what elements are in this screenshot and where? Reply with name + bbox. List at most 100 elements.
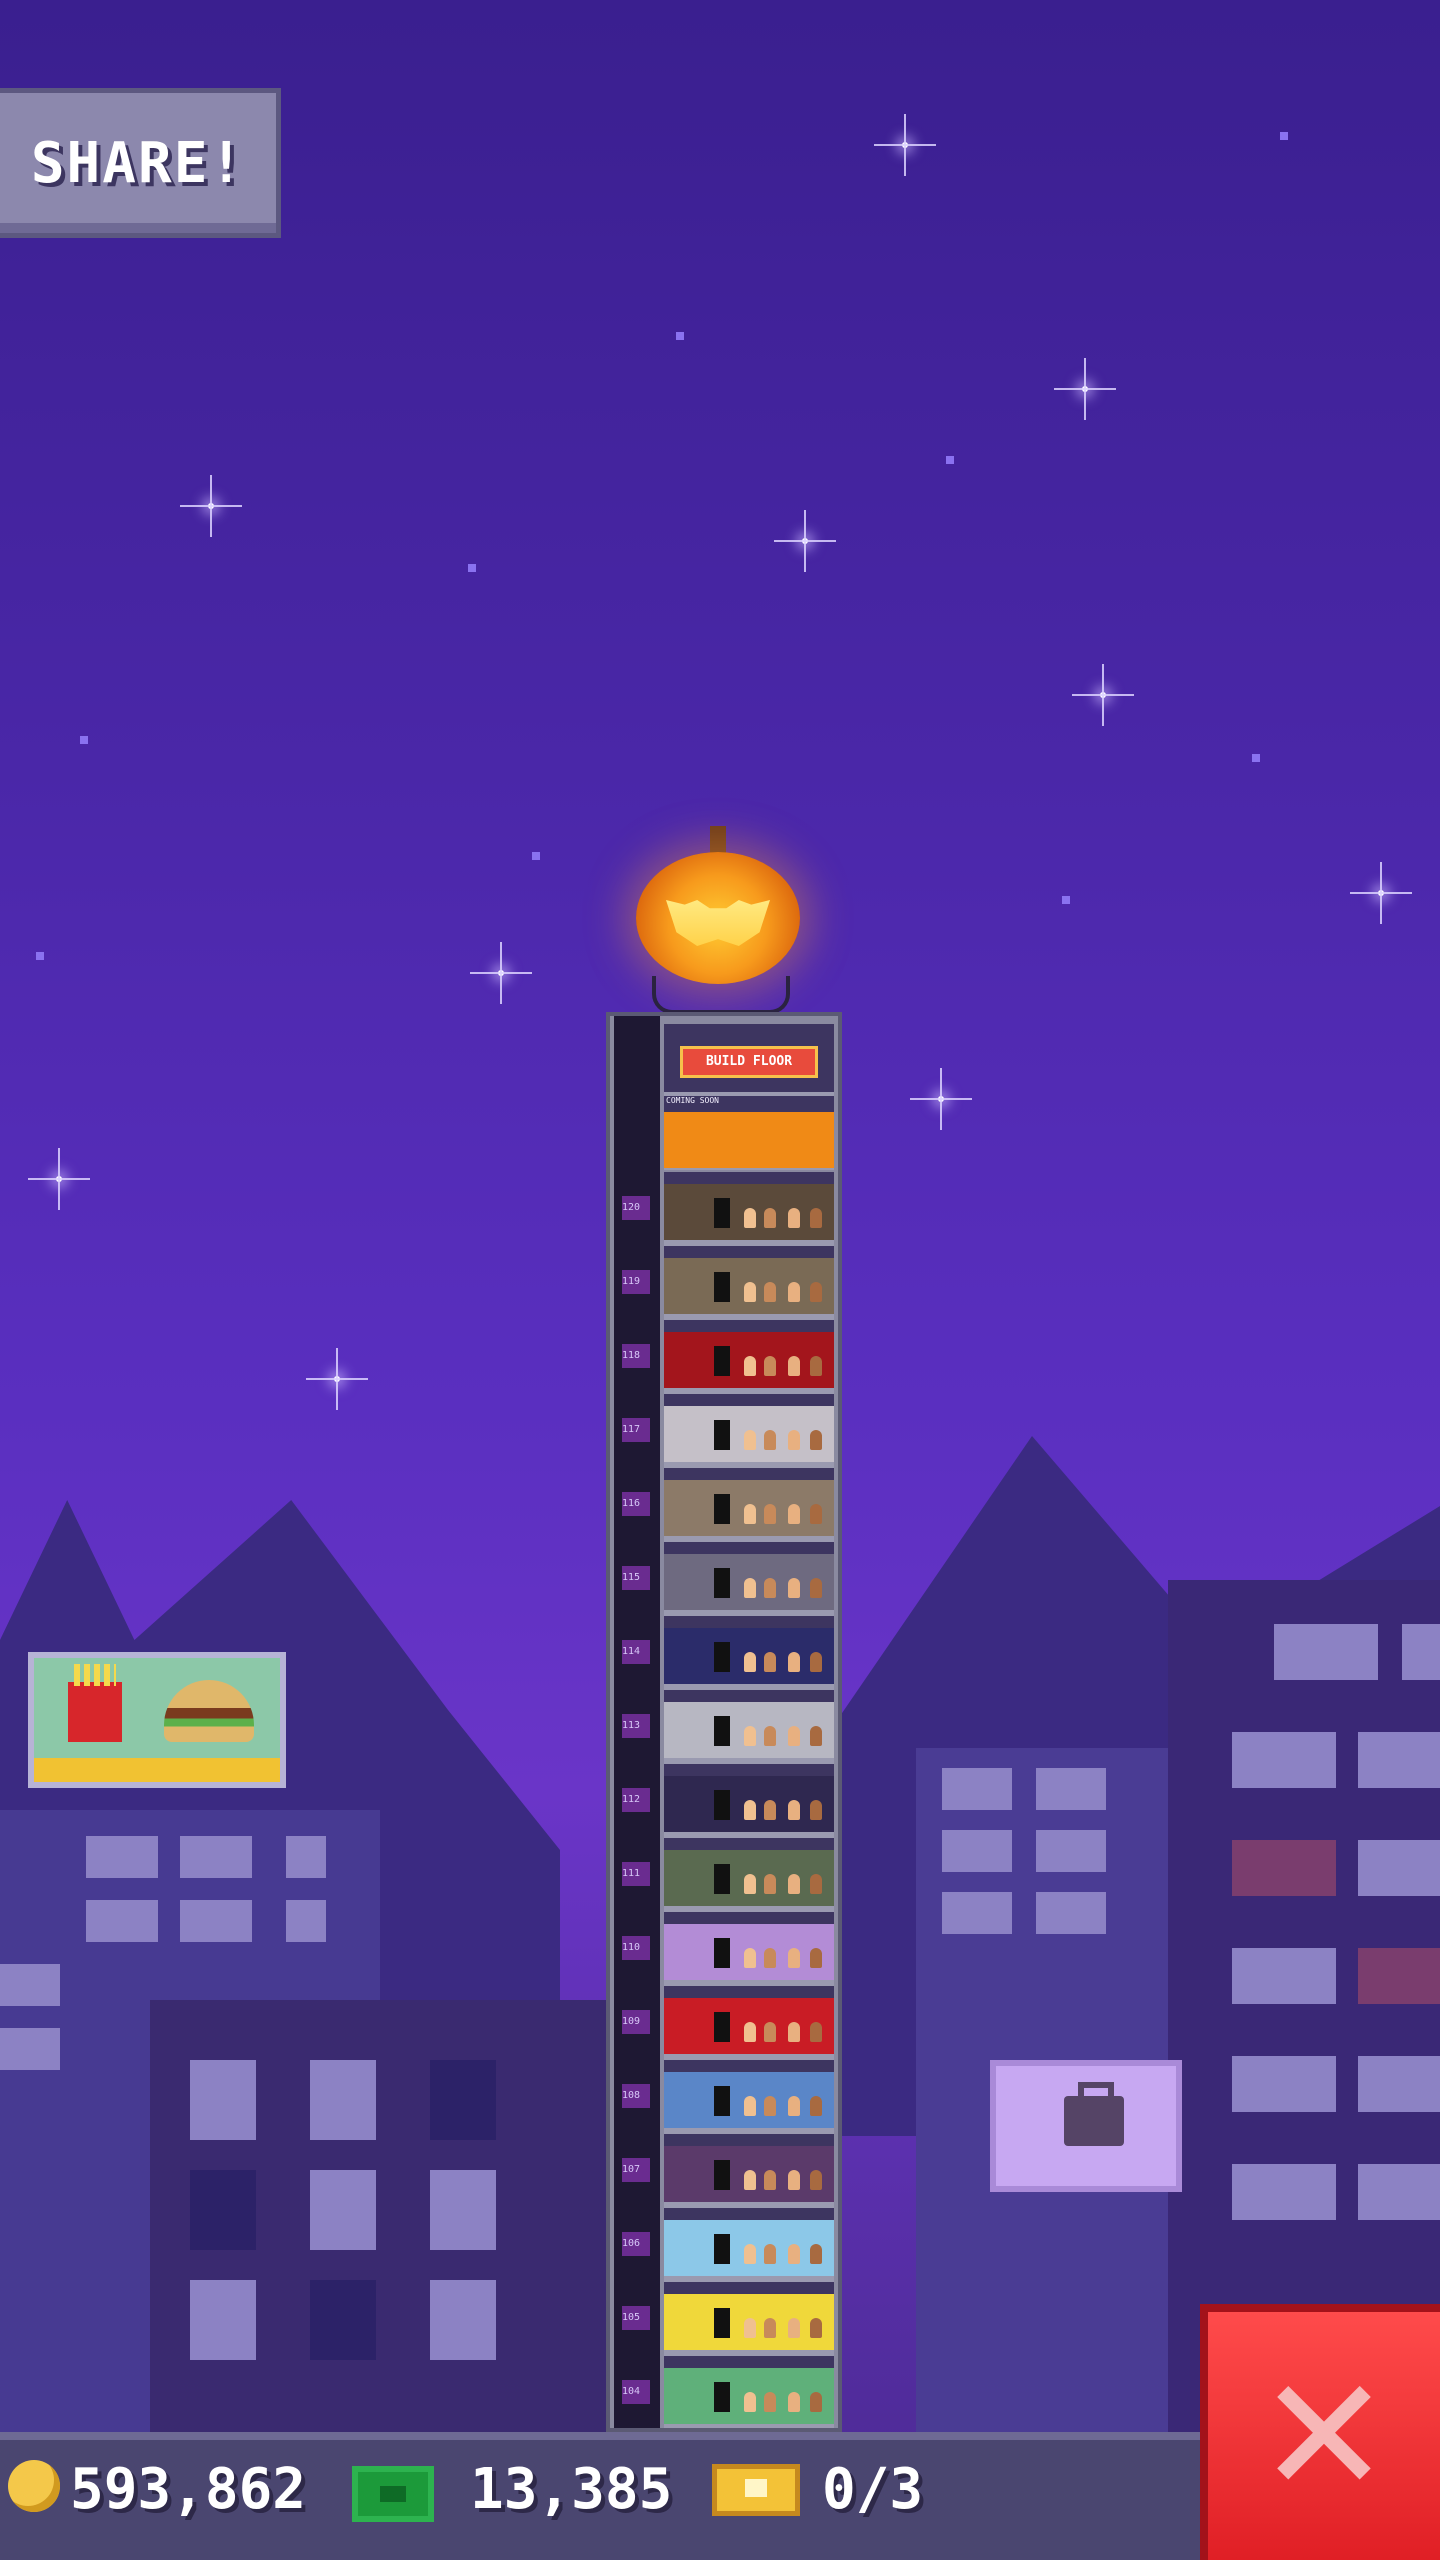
tickets-count: 0/3	[822, 2457, 924, 2522]
floor-room[interactable]	[664, 2060, 834, 2134]
floor-room[interactable]	[664, 2356, 834, 2428]
bitizen	[764, 1874, 776, 1894]
floor-room[interactable]	[664, 2208, 834, 2282]
bitizen	[788, 1874, 800, 1894]
floor-number: 112	[622, 1794, 641, 1805]
window	[1036, 1892, 1106, 1934]
bitizen	[810, 1282, 822, 1302]
elevator-door	[714, 2160, 730, 2190]
bitizen	[810, 1578, 822, 1598]
floor-room[interactable]	[664, 1912, 834, 1986]
bitizen	[744, 1726, 756, 1746]
elevator-door	[714, 2308, 730, 2338]
star	[1072, 664, 1134, 726]
window	[1232, 2056, 1336, 2112]
star-dot	[1252, 754, 1260, 762]
coin-icon	[8, 2460, 60, 2512]
share-button[interactable]: SHARE!	[0, 88, 281, 238]
bitizen	[788, 1578, 800, 1598]
floor-room[interactable]	[664, 1172, 834, 1246]
window	[1358, 2056, 1440, 2112]
bitizen	[810, 1356, 822, 1376]
floor-room[interactable]	[664, 1616, 834, 1690]
floor-room[interactable]	[664, 2134, 834, 2208]
tower[interactable]: 120 119 118 117 116 115 114 113 112 111 110 109 108 1…	[606, 1012, 842, 2432]
window	[1232, 1840, 1336, 1896]
star	[470, 942, 532, 1004]
bitizen	[744, 1948, 756, 1968]
bitizen	[810, 1208, 822, 1228]
floor-room[interactable]	[664, 1246, 834, 1320]
bitizen	[788, 1282, 800, 1302]
window	[1232, 2164, 1336, 2220]
floor-room[interactable]	[664, 1690, 834, 1764]
bitizen	[764, 1652, 776, 1672]
bitizen	[744, 2170, 756, 2190]
build-floor-button[interactable]: BUILD FLOOR	[680, 1046, 818, 1078]
bitizen	[744, 2096, 756, 2116]
coins-count: 593,862	[70, 2457, 307, 2522]
elevator-door	[714, 2234, 730, 2264]
floor-room[interactable]	[664, 1542, 834, 1616]
floor-room[interactable]	[664, 1468, 834, 1542]
bitizen	[744, 1504, 756, 1524]
window	[310, 2060, 376, 2140]
pumpkin-stand	[652, 976, 790, 1014]
bitizen	[744, 2318, 756, 2338]
floor-room[interactable]	[664, 1764, 834, 1838]
fries-icon	[68, 1664, 122, 1742]
window	[1402, 1624, 1440, 1680]
window	[942, 1768, 1012, 1810]
bitizen	[788, 2318, 800, 2338]
bitizen	[764, 1726, 776, 1746]
floor-number: 106	[622, 2238, 641, 2249]
window	[86, 1900, 158, 1942]
close-button[interactable]: ✕	[1200, 2304, 1440, 2560]
floor-label: COMING SOON	[666, 1096, 719, 1105]
bitizen	[764, 1800, 776, 1820]
window	[286, 1900, 326, 1942]
window	[310, 2170, 376, 2250]
window	[0, 1964, 60, 2006]
shop-speech-bubble[interactable]	[990, 2060, 1182, 2192]
build-floor-room[interactable]: BUILD FLOOR	[664, 1024, 834, 1098]
window	[86, 1836, 158, 1878]
floor-room[interactable]	[664, 1394, 834, 1468]
bitizen	[744, 1800, 756, 1820]
billboard-strip	[34, 1758, 280, 1782]
star-dot	[80, 736, 88, 744]
star	[180, 475, 242, 537]
floor-room[interactable]	[664, 1986, 834, 2060]
bitizen	[744, 1356, 756, 1376]
floor-number: 109	[622, 2016, 641, 2027]
floor-number: 108	[622, 2090, 641, 2101]
star-dot	[1062, 896, 1070, 904]
bitizen	[788, 1208, 800, 1228]
floor-number: 114	[622, 1646, 641, 1657]
floor-number: 119	[622, 1276, 641, 1287]
floor-room[interactable]	[664, 2282, 834, 2356]
window	[1358, 1948, 1440, 2004]
elevator-shaft[interactable]: 120 119 118 117 116 115 114 113 112 111 110 109 108 1…	[614, 1016, 660, 2428]
window	[942, 1830, 1012, 1872]
bitizen	[788, 2244, 800, 2264]
elevator-door	[714, 1494, 730, 1524]
window	[1358, 1732, 1440, 1788]
bitizen	[788, 1652, 800, 1672]
bitizen	[788, 1430, 800, 1450]
bitizen	[744, 2244, 756, 2264]
floor-room[interactable]	[664, 1838, 834, 1912]
window	[1358, 1840, 1440, 1896]
window	[180, 1900, 252, 1942]
elevator-door	[714, 1938, 730, 1968]
bitizen	[788, 1504, 800, 1524]
floor-room[interactable]	[664, 1320, 834, 1394]
window	[1358, 2164, 1440, 2220]
building	[150, 2000, 610, 2432]
bitizen	[810, 2244, 822, 2264]
bitizen	[764, 1578, 776, 1598]
bitizen	[744, 1578, 756, 1598]
elevator-door	[714, 1568, 730, 1598]
star-dot	[1280, 132, 1288, 140]
star	[910, 1068, 972, 1130]
